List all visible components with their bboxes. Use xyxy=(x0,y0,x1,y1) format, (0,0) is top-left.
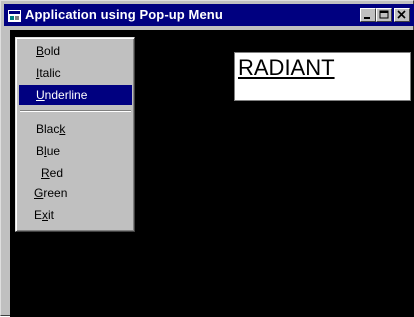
maximize-button[interactable] xyxy=(376,8,392,22)
app-icon[interactable] xyxy=(8,9,21,22)
maximize-icon xyxy=(379,10,389,19)
close-button[interactable] xyxy=(394,8,410,22)
text-label-box: RADIANT xyxy=(234,52,411,101)
menu-item-label: Green xyxy=(34,186,68,200)
menu-item-label: Exit xyxy=(34,208,55,222)
label-text: RADIANT xyxy=(238,55,335,80)
popup-menu-items-lower: Green Exit xyxy=(14,36,134,231)
menu-item-exit[interactable]: Exit xyxy=(17,205,130,225)
minimize-icon xyxy=(364,17,370,19)
close-icon xyxy=(397,10,406,19)
window-title: Application using Pop-up Menu xyxy=(25,7,223,22)
menu-item-green[interactable]: Green xyxy=(17,183,130,203)
minimize-button[interactable] xyxy=(360,8,376,22)
title-bar[interactable]: Application using Pop-up Menu xyxy=(4,4,414,26)
